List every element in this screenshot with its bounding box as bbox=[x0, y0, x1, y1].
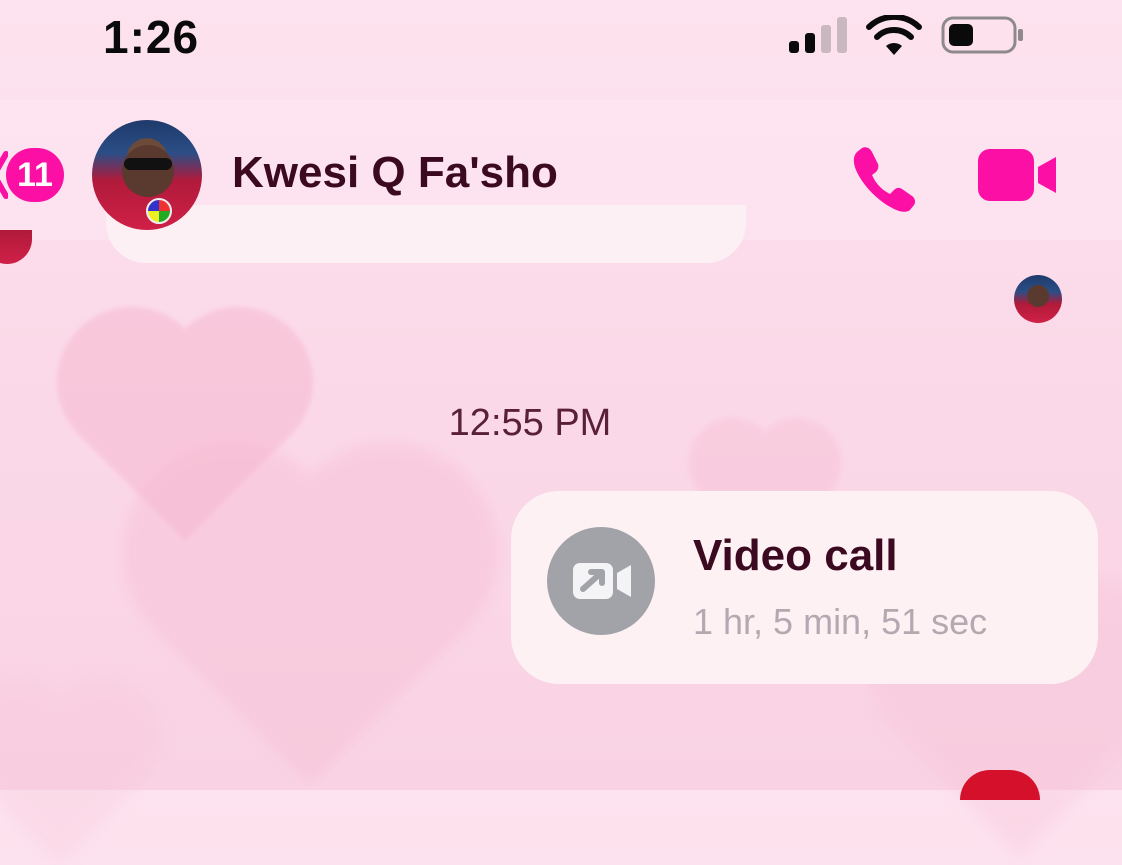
message-timestamp: 12:55 PM bbox=[448, 402, 612, 444]
phone-icon[interactable] bbox=[848, 140, 920, 212]
sender-avatar bbox=[0, 230, 32, 264]
contact-name[interactable]: Kwesi Q Fa'sho bbox=[232, 148, 558, 198]
call-duration: 1 hr, 5 min, 51 sec bbox=[693, 601, 988, 642]
previous-message-bubble[interactable] bbox=[106, 205, 746, 263]
unread-count-badge[interactable]: 11 bbox=[6, 148, 64, 202]
call-title: Video call bbox=[693, 531, 898, 580]
video-call-outgoing-icon bbox=[573, 563, 631, 599]
status-bar: 1:26 bbox=[0, 0, 1122, 78]
avatar-sunglasses bbox=[124, 158, 172, 170]
contact-avatar[interactable] bbox=[92, 120, 202, 230]
wifi-icon bbox=[866, 15, 922, 55]
video-call-icon-circle bbox=[547, 527, 655, 635]
video-camera-icon[interactable] bbox=[972, 145, 1062, 205]
video-call-message[interactable]: Video call 1 hr, 5 min, 51 sec bbox=[511, 491, 1098, 684]
battery-icon bbox=[941, 16, 1023, 54]
cellular-signal-icon bbox=[789, 17, 847, 53]
avatar-pendant bbox=[146, 198, 172, 224]
read-receipt-avatar bbox=[1014, 275, 1062, 323]
avatar-face bbox=[122, 145, 174, 197]
background-heart bbox=[0, 695, 145, 865]
background-heart bbox=[154, 474, 466, 786]
status-time: 1:26 bbox=[103, 11, 200, 63]
avatar-face bbox=[1027, 285, 1049, 307]
